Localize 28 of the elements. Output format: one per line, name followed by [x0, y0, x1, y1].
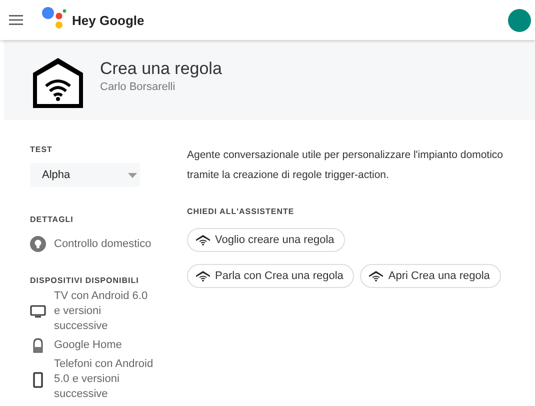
section-label: CHIEDI ALL'ASSISTENTE: [187, 207, 296, 216]
bulb-icon: [30, 236, 46, 252]
caret-icon: [128, 172, 137, 178]
suggestion-chip[interactable]: Apri Crea una regola: [360, 264, 501, 288]
house-wifi-icon: [196, 270, 210, 282]
speaker-icon: [33, 338, 43, 353]
tv-icon: [30, 305, 46, 318]
suggestion-chip[interactable]: Parla con Crea una regola: [187, 264, 354, 288]
section-label: DETTAGLI: [30, 215, 74, 224]
house-wifi-icon: [369, 270, 384, 282]
device-text: TV con Android 6.0 e versioni successive: [54, 289, 149, 334]
section-label: DISPOSITIVI DISPONIBILI: [30, 276, 140, 285]
menu-icon[interactable]: [9, 15, 23, 25]
section-label: TEST: [30, 145, 54, 154]
action-title: Crea una regola: [100, 59, 222, 79]
device-text: Telefoni con Android 5.0 e versioni successive: [54, 357, 154, 402]
category-text: Controllo domestico: [54, 236, 152, 252]
assistant-logo-icon: [41, 6, 67, 30]
description-text: Agente conversazionale utile per personalizzare l'impianto domotico tramite la creazione di regole trigger-action.: [187, 148, 504, 183]
device-text: Google Home: [54, 338, 122, 353]
app-title: Hey Google: [72, 12, 144, 28]
house-wifi-icon: [196, 234, 210, 246]
version-dropdown[interactable]: Alpha: [30, 163, 140, 187]
phone-icon: [33, 372, 43, 388]
avatar[interactable]: [508, 8, 531, 32]
suggestion-chip[interactable]: Voglio creare una regola: [187, 228, 346, 252]
author-name: Carlo Borsarelli: [100, 81, 176, 93]
house-wifi-icon: [31, 56, 85, 110]
